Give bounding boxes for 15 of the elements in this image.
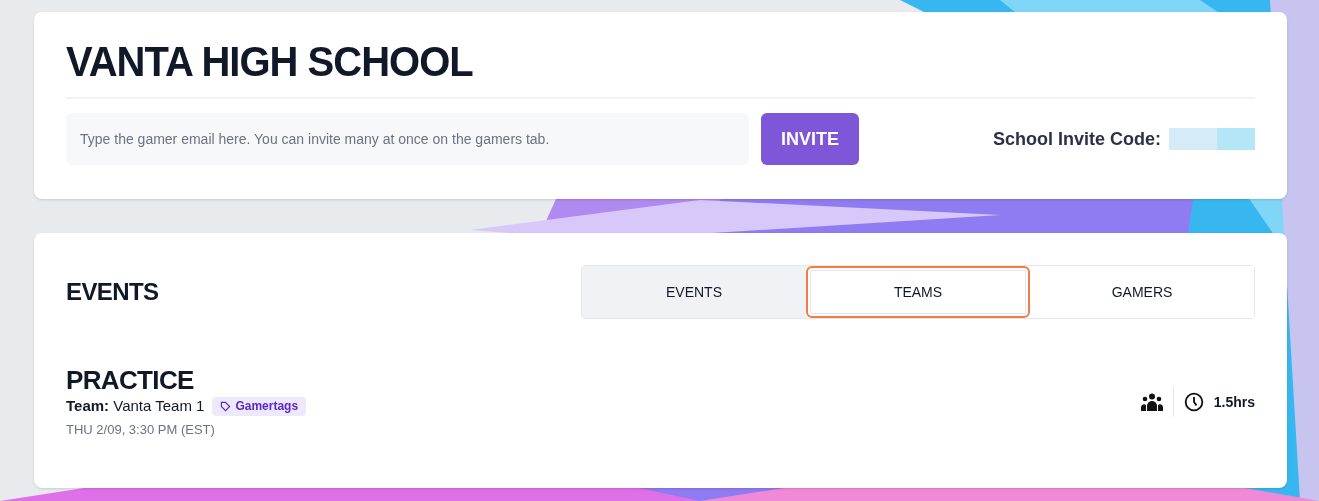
event-team: Team: Vanta Team 1 xyxy=(66,396,205,416)
invite-email-field[interactable]: Type the gamer email here. You can invite many at once on the gamers tab. xyxy=(66,113,749,165)
invite-code-label: School Invite Code: xyxy=(993,127,1161,151)
group-icon xyxy=(1140,393,1163,411)
section-title: EVENTS xyxy=(66,277,159,307)
tab[interactable]: EVENTS xyxy=(582,266,806,318)
tag-icon xyxy=(220,400,232,412)
invite-button[interactable]: INVITE xyxy=(761,113,859,165)
clock-icon xyxy=(1183,392,1204,412)
tab[interactable]: TEAMS xyxy=(806,266,1030,318)
event-title: PRACTICE xyxy=(66,365,195,395)
duration: 1.5hrs xyxy=(1213,392,1255,412)
school-title: VANTA HIGH SCHOOL xyxy=(66,38,1255,99)
tag: Gamertags xyxy=(212,396,307,416)
event-date: THU 2/09, 3:30 PM (EST) xyxy=(66,420,216,439)
